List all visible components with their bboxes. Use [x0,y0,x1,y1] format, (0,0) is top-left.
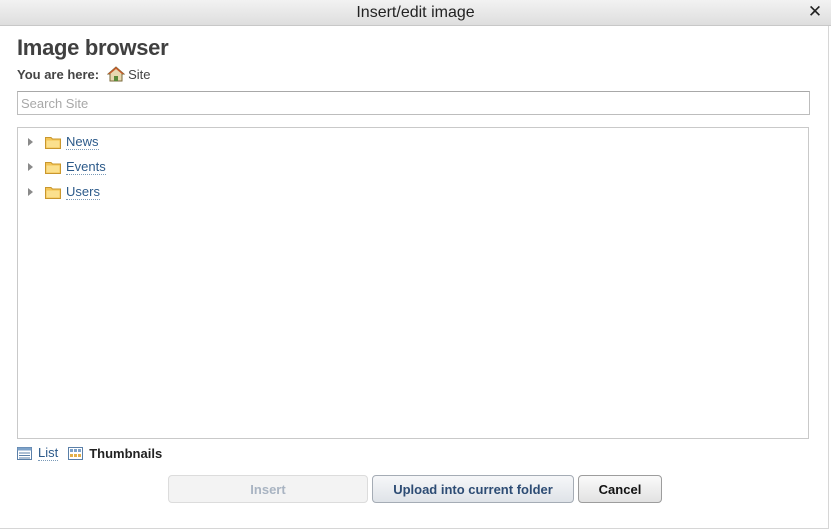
tree-item-news[interactable]: News [28,132,99,152]
list-view-link[interactable]: List [38,446,59,461]
view-mode-bar: List Thumbnails [17,446,162,461]
tree-item-events[interactable]: Events [28,157,106,177]
thumbnails-view-icon[interactable] [68,447,84,460]
tree-item-label[interactable]: Events [66,159,106,175]
expand-arrow-icon[interactable] [28,163,33,171]
search-input[interactable] [17,91,810,115]
upload-button[interactable]: Upload into current folder [372,475,574,503]
cancel-button[interactable]: Cancel [578,475,662,503]
folder-tree: News Events Users [17,127,809,439]
dialog-title: Insert/edit image [356,4,475,21]
close-button[interactable]: ✕ [805,2,825,22]
folder-icon [45,186,61,199]
page-title: Image browser [17,35,169,60]
title-bar: Insert/edit image ✕ [0,0,831,26]
tree-item-label[interactable]: News [66,134,99,150]
insert-button[interactable]: Insert [168,475,368,503]
breadcrumb-item-site[interactable]: Site [128,67,150,82]
expand-arrow-icon[interactable] [28,188,33,196]
breadcrumb: You are here: Site [17,66,151,82]
list-view-icon[interactable] [17,447,32,460]
tree-item-label[interactable]: Users [66,184,100,200]
thumbnails-view-label[interactable]: Thumbnails [89,446,162,461]
breadcrumb-label: You are here: [17,66,100,82]
home-icon[interactable] [106,66,126,82]
folder-icon [45,136,61,149]
expand-arrow-icon[interactable] [28,138,33,146]
folder-icon [45,161,61,174]
tree-item-users[interactable]: Users [28,182,100,202]
